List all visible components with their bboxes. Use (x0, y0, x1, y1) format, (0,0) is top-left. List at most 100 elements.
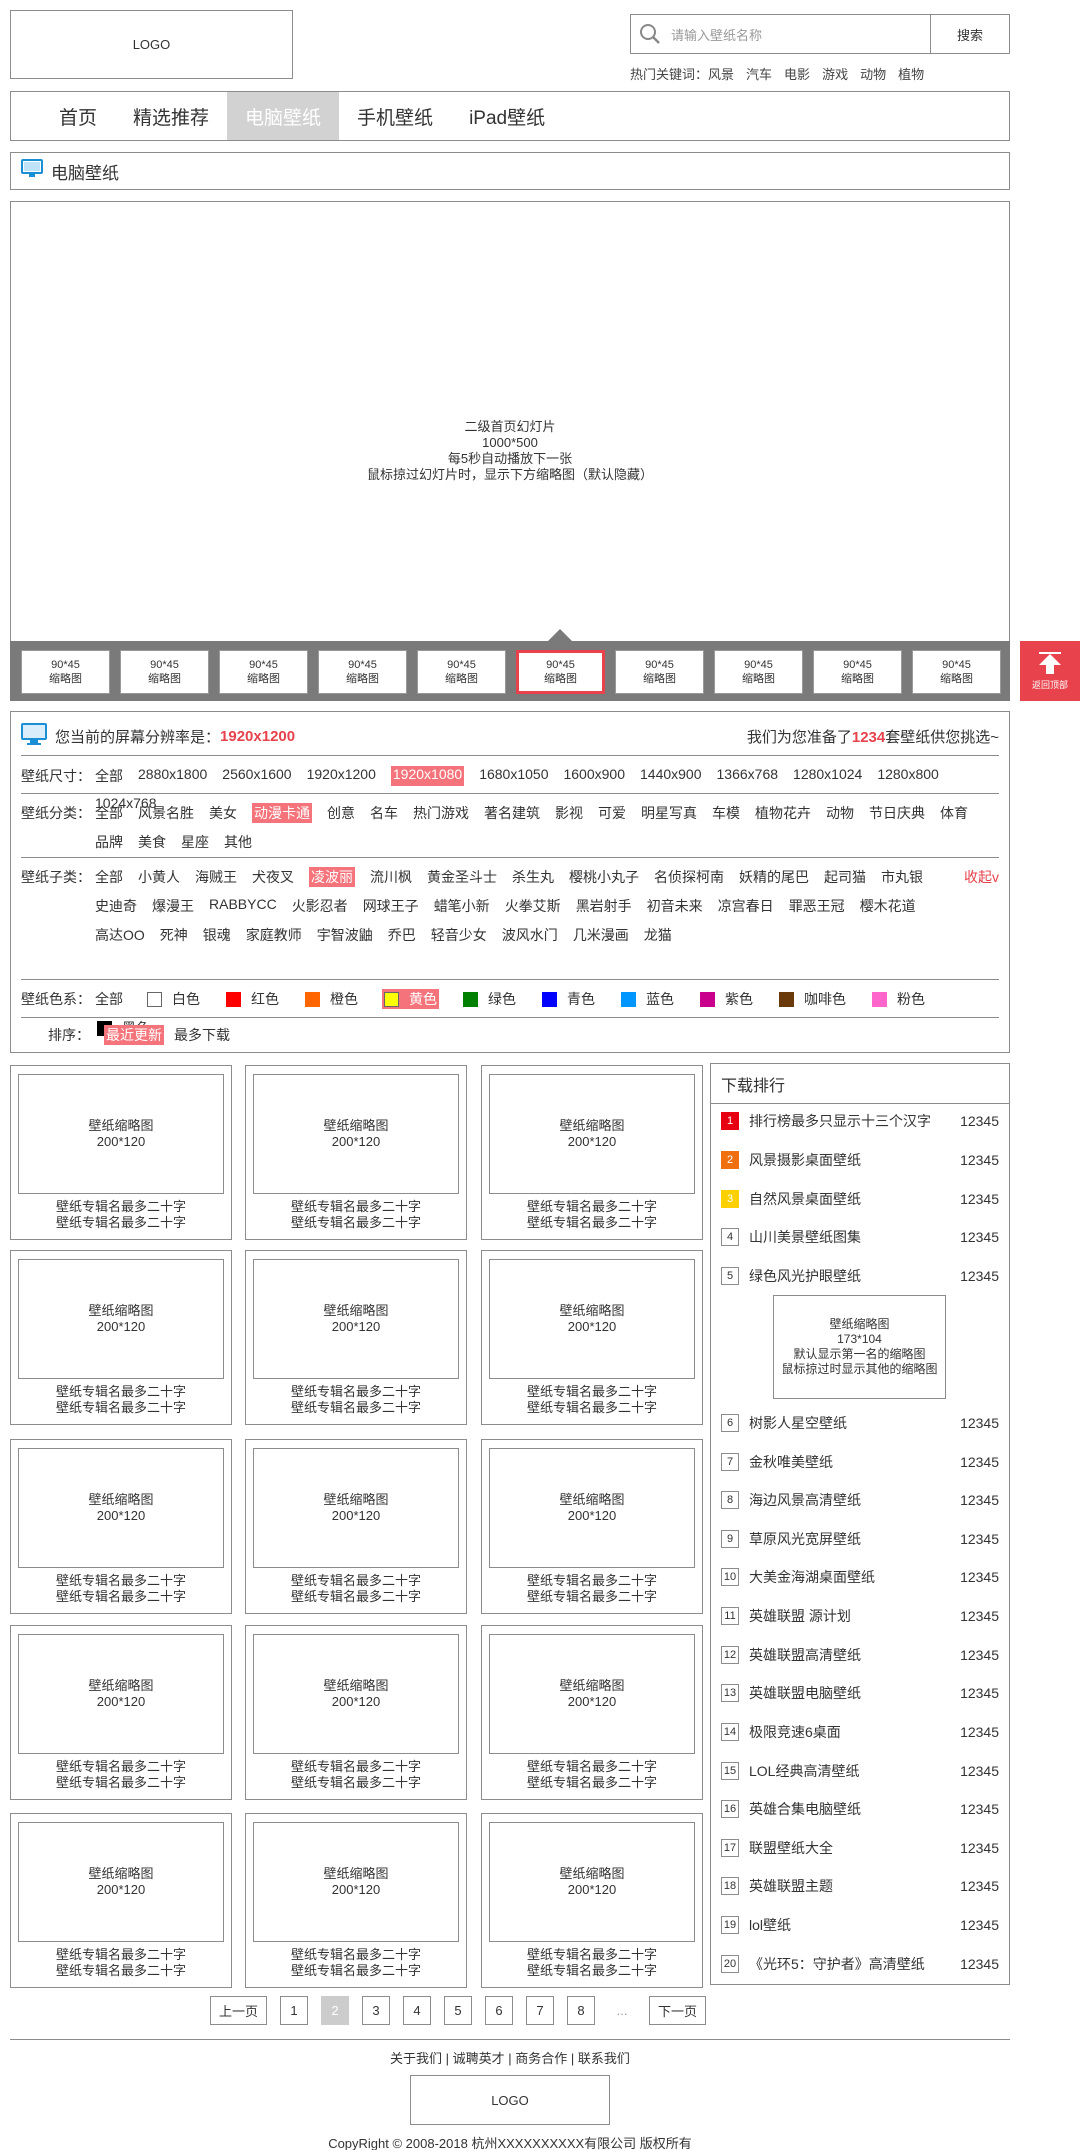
footer-link[interactable]: 关于我们 (390, 2051, 442, 2066)
filter-subcategory-option[interactable]: 乔巴 (388, 925, 416, 945)
wallpaper-caption[interactable]: 壁纸专辑名最多二十字 壁纸专辑名最多二十字 (482, 1199, 702, 1231)
filter-category-option[interactable]: 车模 (712, 803, 740, 823)
ranking-item[interactable]: 9 草原风光宽屏壁纸 12345 (721, 1529, 999, 1549)
filter-subcategory-option[interactable]: 银魂 (203, 925, 231, 945)
search-input[interactable]: 请输入壁纸名称 (630, 14, 930, 54)
ranking-title-text[interactable]: 金秋唯美壁纸 (749, 1452, 949, 1472)
search-button[interactable]: 搜索 (930, 14, 1010, 54)
filter-size-option[interactable]: 1280x1024 (793, 766, 862, 786)
ranking-title-text[interactable]: 英雄联盟高清壁纸 (749, 1645, 949, 1665)
ranking-title-text[interactable]: 树影人星空壁纸 (749, 1413, 949, 1433)
filter-subcategory-option[interactable]: 宇智波鼬 (317, 925, 373, 945)
filter-color-option[interactable]: 橙色 (303, 989, 360, 1009)
filter-category-option[interactable]: 动物 (826, 803, 854, 823)
slide-thumbnail[interactable]: 90*45 缩略图 (516, 650, 605, 694)
filter-subcategory-option[interactable]: RABBYCC (209, 896, 277, 916)
footer-link[interactable]: 商务合作 (515, 2051, 567, 2066)
ranking-title-text[interactable]: 山川美景壁纸图集 (749, 1227, 949, 1247)
ranking-item[interactable]: 16 英雄合集电脑壁纸 12345 (721, 1799, 999, 1819)
filter-category-option[interactable]: 名车 (370, 803, 398, 823)
nav-item[interactable]: 首页 (41, 92, 115, 140)
filter-size-option[interactable]: 1920x1200 (307, 766, 376, 786)
wallpaper-card[interactable]: 壁纸缩略图 200*120 壁纸专辑名最多二十字 壁纸专辑名最多二十字 (10, 1813, 232, 1988)
slide-thumbnail[interactable]: 90*45 缩略图 (21, 650, 110, 694)
hot-keyword[interactable]: 电影 (784, 64, 810, 83)
ranking-title-text[interactable]: 英雄联盟 源计划 (749, 1606, 949, 1626)
filter-subcategory-option[interactable]: 网球王子 (363, 896, 419, 916)
filter-size-option[interactable]: 1680x1050 (479, 766, 548, 786)
filter-subcategory-option[interactable]: 蜡笔小新 (434, 896, 490, 916)
ranking-item[interactable]: 17 联盟壁纸大全 12345 (721, 1838, 999, 1858)
wallpaper-caption[interactable]: 壁纸专辑名最多二十字 壁纸专辑名最多二十字 (11, 1573, 231, 1605)
wallpaper-card[interactable]: 壁纸缩略图 200*120 壁纸专辑名最多二十字 壁纸专辑名最多二十字 (10, 1439, 232, 1614)
wallpaper-caption[interactable]: 壁纸专辑名最多二十字 壁纸专辑名最多二十字 (11, 1759, 231, 1791)
slide-thumbnail[interactable]: 90*45 缩略图 (417, 650, 506, 694)
filter-category-option[interactable]: 创意 (327, 803, 355, 823)
filter-subcategory-option[interactable]: 市丸银 (881, 867, 923, 887)
slide-thumbnail[interactable]: 90*45 缩略图 (318, 650, 407, 694)
wallpaper-thumbnail[interactable]: 壁纸缩略图 200*120 (18, 1259, 224, 1379)
filter-color-all[interactable]: 全部 (95, 989, 123, 1009)
ranking-item[interactable]: 20 《光环5：守护者》高清壁纸 12345 (721, 1954, 999, 1974)
filter-subcategory-option[interactable]: 黄金圣斗士 (427, 867, 497, 887)
wallpaper-card[interactable]: 壁纸缩略图 200*120 壁纸专辑名最多二十字 壁纸专辑名最多二十字 (481, 1625, 703, 1800)
slideshow[interactable]: 二级首页幻灯片 1000*500 每5秒自动播放下一张 鼠标掠过幻灯片时，显示下… (10, 201, 1010, 701)
filter-subcategory-option[interactable]: 犬夜叉 (252, 867, 294, 887)
ranking-title-text[interactable]: 英雄联盟主题 (749, 1876, 949, 1896)
ranking-title-text[interactable]: 英雄合集电脑壁纸 (749, 1799, 949, 1819)
filter-category-option[interactable]: 动漫卡通 (252, 803, 312, 823)
wallpaper-thumbnail[interactable]: 壁纸缩略图 200*120 (489, 1822, 695, 1942)
ranking-item[interactable]: 3 自然风景桌面壁纸 12345 (721, 1189, 999, 1209)
ranking-title-text[interactable]: 草原风光宽屏壁纸 (749, 1529, 949, 1549)
wallpaper-card[interactable]: 壁纸缩略图 200*120 壁纸专辑名最多二十字 壁纸专辑名最多二十字 (481, 1065, 703, 1240)
nav-item[interactable]: iPad壁纸 (451, 92, 563, 140)
filter-size-option[interactable]: 1366x768 (717, 766, 779, 786)
ranking-item[interactable]: 15 LOL经典高清壁纸 12345 (721, 1761, 999, 1781)
filter-category-option[interactable]: 美食 (138, 832, 166, 852)
wallpaper-caption[interactable]: 壁纸专辑名最多二十字 壁纸专辑名最多二十字 (482, 1947, 702, 1979)
sort-option[interactable]: 最多下载 (174, 1025, 230, 1045)
wallpaper-caption[interactable]: 壁纸专辑名最多二十字 壁纸专辑名最多二十字 (246, 1199, 466, 1231)
page-button[interactable]: 1 (280, 1996, 309, 2025)
page-button[interactable]: 2 (321, 1996, 350, 2025)
filter-subcategory-option[interactable]: 全部 (95, 867, 123, 887)
wallpaper-card[interactable]: 壁纸缩略图 200*120 壁纸专辑名最多二十字 壁纸专辑名最多二十字 (481, 1439, 703, 1614)
filter-subcategory-option[interactable]: 海贼王 (195, 867, 237, 887)
wallpaper-card[interactable]: 壁纸缩略图 200*120 壁纸专辑名最多二十字 壁纸专辑名最多二十字 (245, 1813, 467, 1988)
wallpaper-card[interactable]: 壁纸缩略图 200*120 壁纸专辑名最多二十字 壁纸专辑名最多二十字 (481, 1250, 703, 1425)
filter-color-option[interactable]: 青色 (540, 989, 597, 1009)
page-button[interactable]: 6 (485, 1996, 514, 2025)
filter-size-option[interactable]: 全部 (95, 766, 123, 786)
filter-size-option[interactable]: 1280x800 (877, 766, 939, 786)
filter-category-option[interactable]: 植物花卉 (755, 803, 811, 823)
filter-size-option[interactable]: 2560x1600 (222, 766, 291, 786)
filter-subcategory-option[interactable]: 史迪奇 (95, 896, 137, 916)
filter-category-option[interactable]: 风景名胜 (138, 803, 194, 823)
wallpaper-card[interactable]: 壁纸缩略图 200*120 壁纸专辑名最多二十字 壁纸专辑名最多二十字 (10, 1250, 232, 1425)
wallpaper-card[interactable]: 壁纸缩略图 200*120 壁纸专辑名最多二十字 壁纸专辑名最多二十字 (245, 1439, 467, 1614)
slide-thumbnail[interactable]: 90*45 缩略图 (120, 650, 209, 694)
ranking-title-text[interactable]: 自然风景桌面壁纸 (749, 1189, 949, 1209)
ranking-item[interactable]: 19 lol壁纸 12345 (721, 1915, 999, 1935)
next-page-button[interactable]: 下一页 (649, 1996, 707, 2025)
filter-category-option[interactable]: 全部 (95, 803, 123, 823)
ranking-title-text[interactable]: lol壁纸 (749, 1915, 949, 1935)
filter-category-option[interactable]: 体育 (940, 803, 968, 823)
filter-category-option[interactable]: 明星写真 (641, 803, 697, 823)
ranking-item[interactable]: 6 树影人星空壁纸 12345 (721, 1413, 999, 1433)
wallpaper-caption[interactable]: 壁纸专辑名最多二十字 壁纸专辑名最多二十字 (246, 1384, 466, 1416)
filter-subcategory-option[interactable]: 樱桃小丸子 (569, 867, 639, 887)
filter-size-option[interactable]: 1920x1080 (390, 766, 465, 786)
ranking-title-text[interactable]: LOL经典高清壁纸 (749, 1761, 949, 1781)
filter-category-option[interactable]: 著名建筑 (484, 803, 540, 823)
ranking-title-text[interactable]: 英雄联盟电脑壁纸 (749, 1683, 949, 1703)
filter-color-option[interactable]: 蓝色 (619, 989, 676, 1009)
slide-thumbnail[interactable]: 90*45 缩略图 (912, 650, 1001, 694)
filter-color-option[interactable]: 红色 (224, 989, 281, 1009)
collapse-link[interactable]: 收起v (964, 867, 999, 887)
filter-category-option[interactable]: 品牌 (95, 832, 123, 852)
filter-subcategory-option[interactable]: 妖精的尾巴 (739, 867, 809, 887)
filter-color-option[interactable]: 白色 (145, 989, 202, 1009)
wallpaper-card[interactable]: 壁纸缩略图 200*120 壁纸专辑名最多二十字 壁纸专辑名最多二十字 (481, 1813, 703, 1988)
filter-category-option[interactable]: 热门游戏 (413, 803, 469, 823)
